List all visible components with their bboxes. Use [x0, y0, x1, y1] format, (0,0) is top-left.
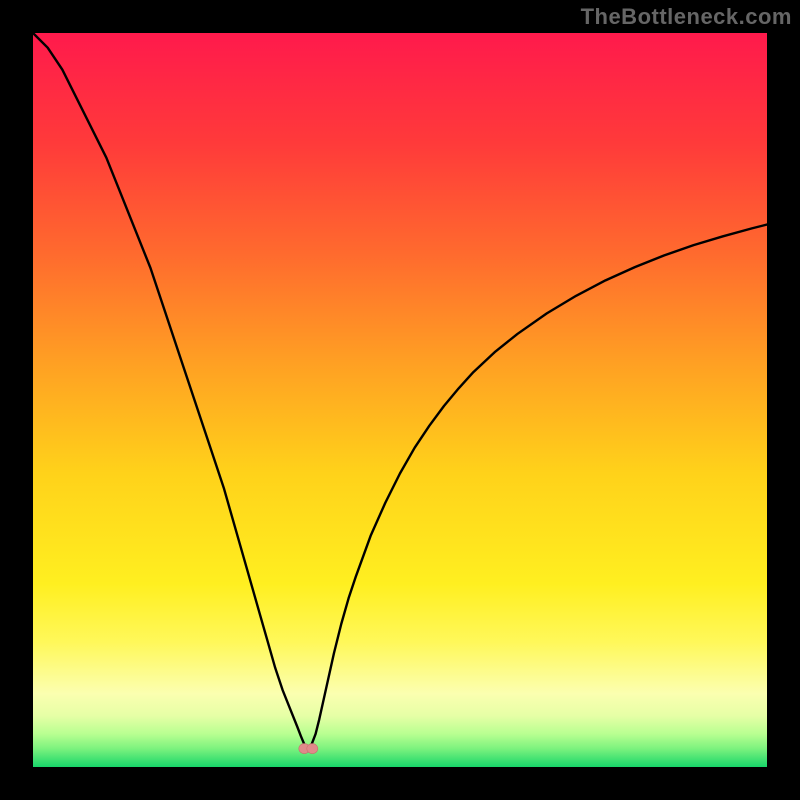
chart-container: TheBottleneck.com	[0, 0, 800, 800]
watermark-text: TheBottleneck.com	[581, 4, 792, 30]
chart-svg	[33, 33, 767, 767]
optimum-marker	[299, 744, 318, 754]
bottleneck-plot	[33, 33, 767, 767]
chart-background	[33, 33, 767, 767]
